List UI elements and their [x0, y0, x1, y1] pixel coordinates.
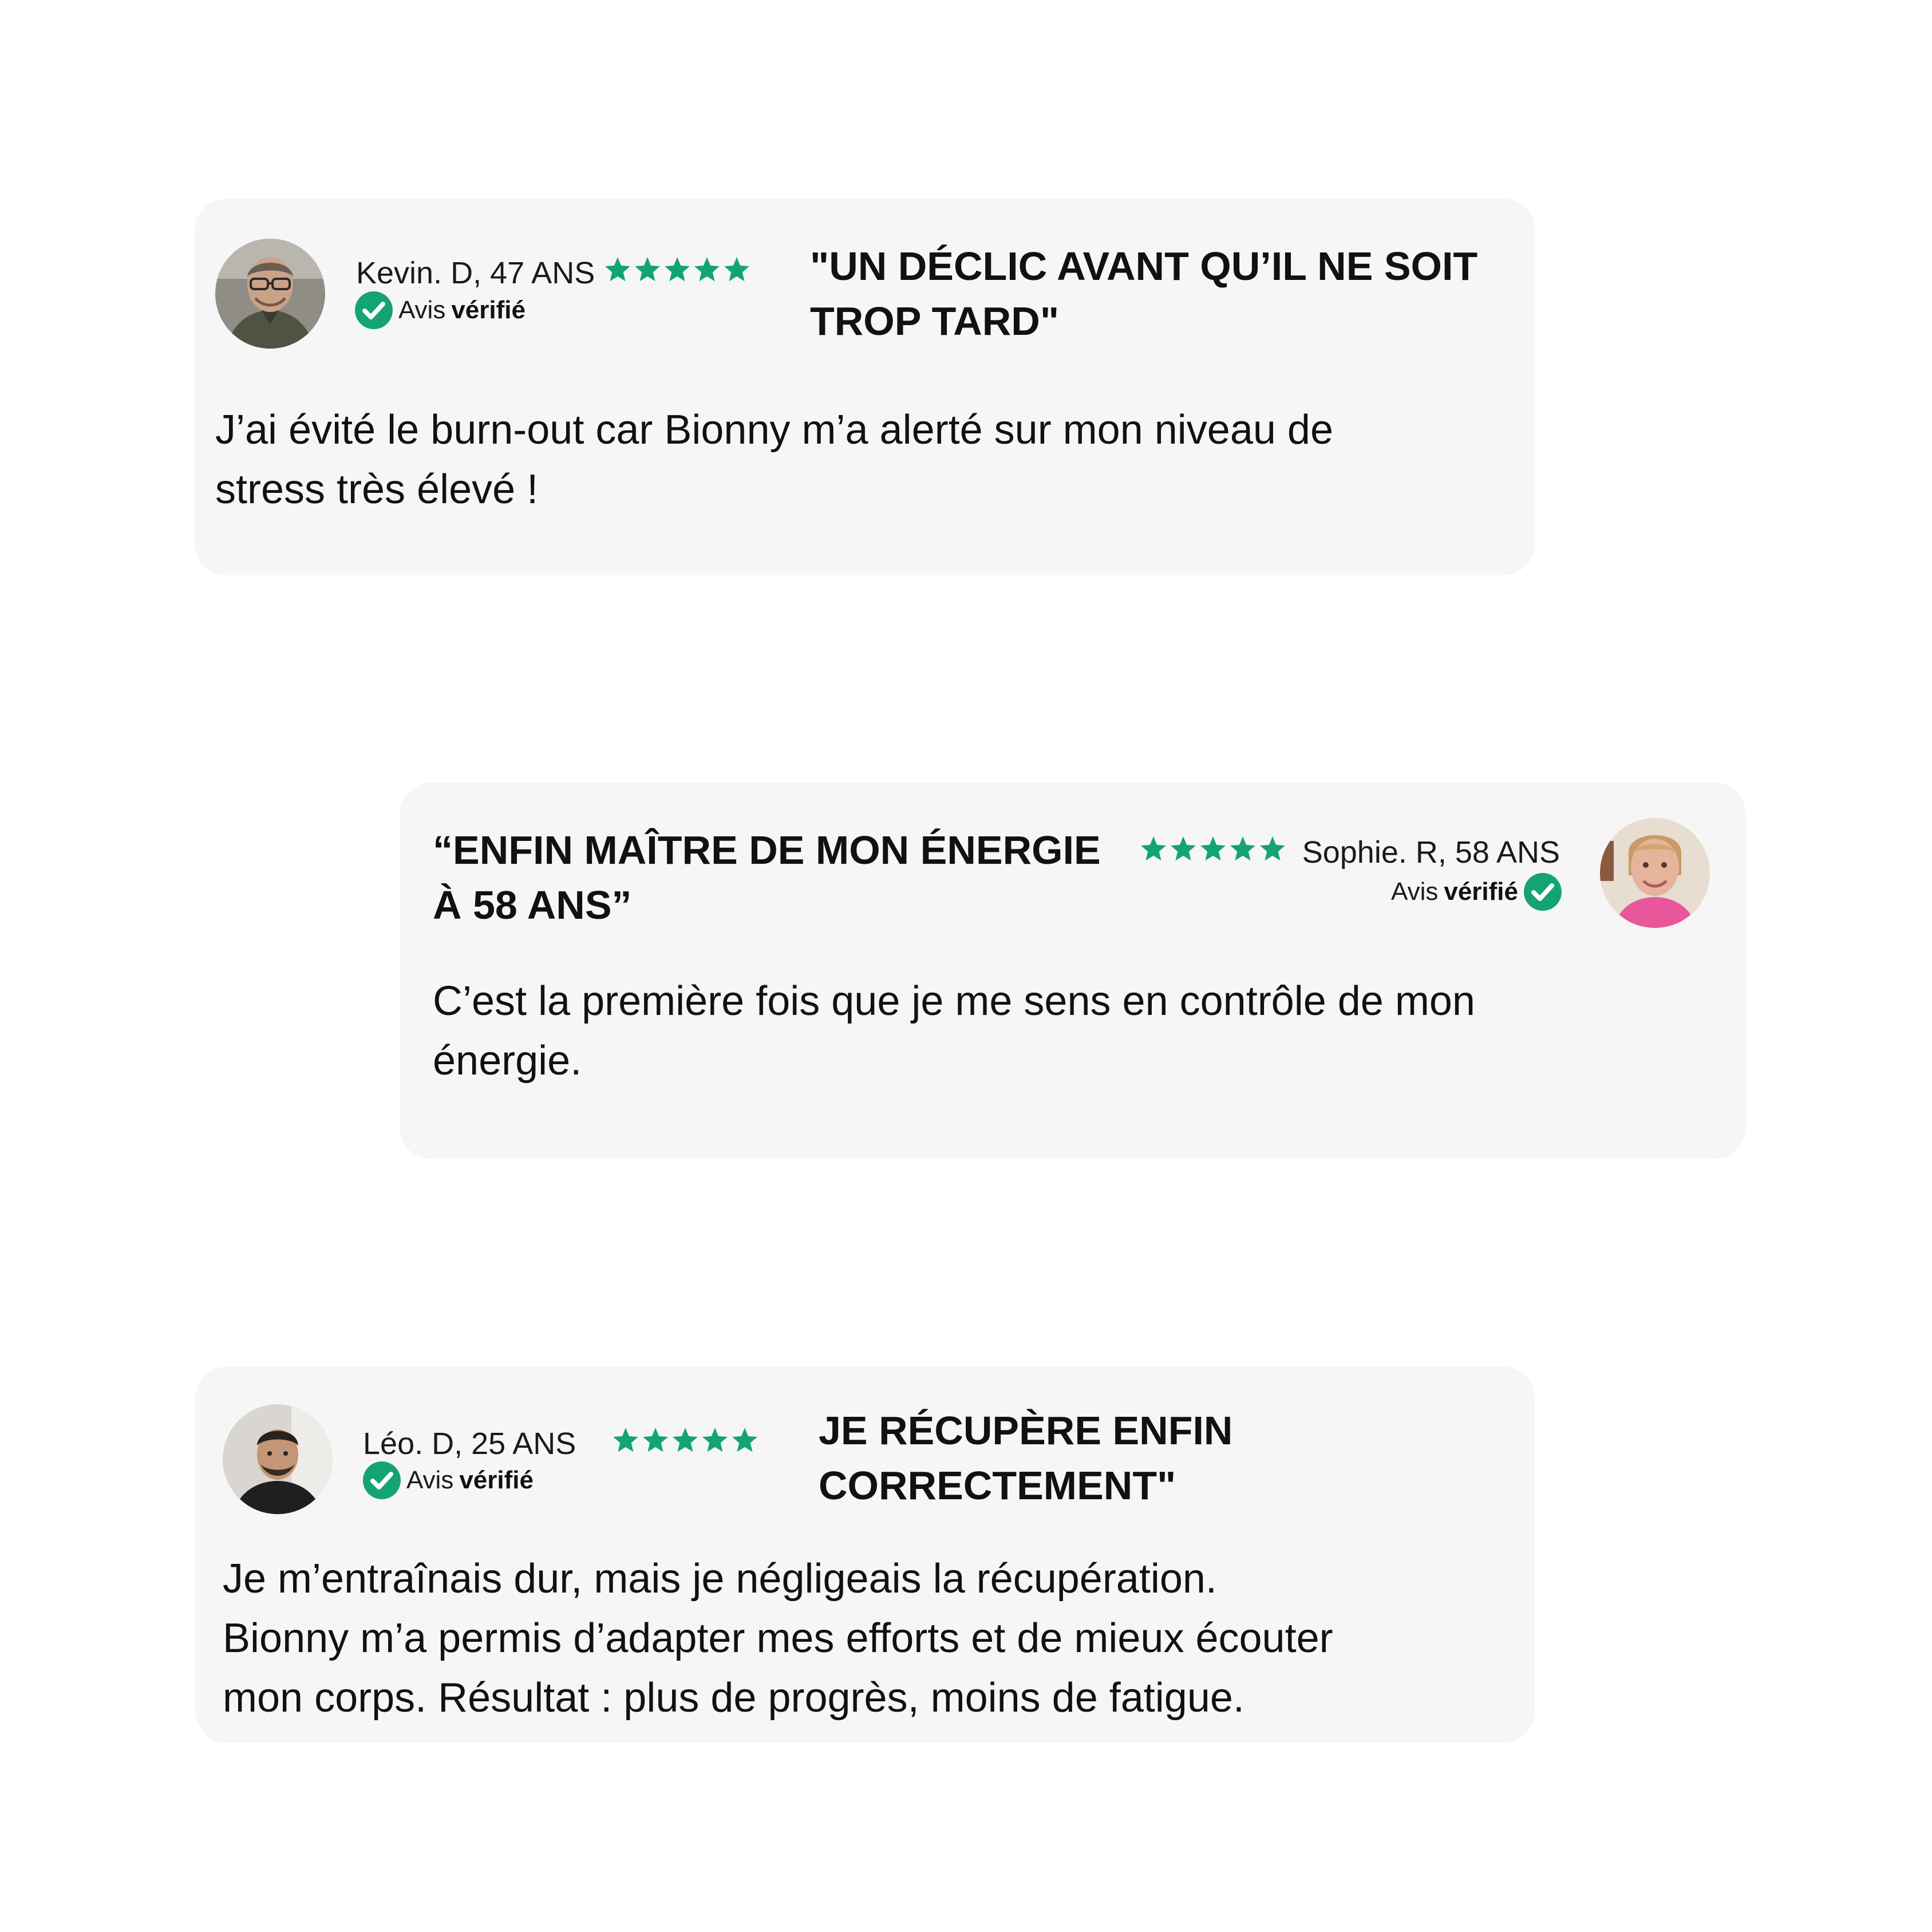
star-icon — [694, 257, 720, 282]
avatar — [1600, 818, 1710, 928]
review-headline-line: "UN DÉCLIC AVANT QU’IL NE SOIT — [810, 244, 1478, 289]
review-headline: JE RÉCUPÈRE ENFIN CORRECTEMENT" — [819, 1403, 1232, 1513]
verified-label: Avis — [1391, 878, 1439, 906]
star-icon — [1171, 836, 1196, 861]
review-card: “ENFIN MAÎTRE DE MON ÉNERGIE À 58 ANS” S… — [400, 783, 1746, 1159]
star-icon — [665, 257, 690, 282]
star-icon — [1200, 836, 1226, 861]
star-icon — [1141, 836, 1166, 861]
review-body-line: C’est la première fois que je me sens en… — [433, 978, 1475, 1024]
star-icon — [1260, 836, 1285, 861]
verified-check-icon — [363, 1461, 401, 1499]
reviewer-name: Léo. D, 25 ANS — [363, 1427, 576, 1461]
review-headline-line: CORRECTEMENT" — [819, 1463, 1176, 1508]
star-icon — [635, 257, 660, 282]
star-icon — [613, 1428, 638, 1452]
review-headline-line: TROP TARD" — [810, 299, 1060, 343]
avatar — [223, 1404, 333, 1514]
verified-label: Avis — [398, 296, 446, 324]
verified-label-bold: vérifié — [1444, 878, 1518, 906]
verified-label-bold: vérifié — [451, 296, 526, 324]
review-headline-line: À 58 ANS” — [433, 883, 632, 927]
review-body-line: mon corps. Résultat : plus de progrès, m… — [223, 1675, 1244, 1721]
review-headline: “ENFIN MAÎTRE DE MON ÉNERGIE À 58 ANS” — [433, 823, 1101, 933]
verified-badge: Avis vérifié — [363, 1461, 534, 1499]
review-card: Léo. D, 25 ANS Avis vérifié JE RÉCUPÈRE … — [195, 1366, 1535, 1743]
review-headline-line: JE RÉCUPÈRE ENFIN — [819, 1408, 1233, 1453]
rating-stars — [1139, 835, 1287, 863]
verified-label: Avis — [406, 1466, 454, 1494]
review-body: C’est la première fois que je me sens en… — [433, 971, 1475, 1091]
review-card: Kevin. D, 47 ANS Avis vérifié "UN DÉCLIC… — [195, 199, 1535, 575]
star-icon — [724, 257, 749, 282]
review-body-line: énergie. — [433, 1038, 582, 1084]
review-body-line: Je m’entraînais dur, mais je négligeais … — [223, 1556, 1217, 1602]
review-headline-line: “ENFIN MAÎTRE DE MON ÉNERGIE — [433, 828, 1101, 872]
verified-badge: Avis vérifié — [355, 291, 526, 329]
star-icon — [643, 1428, 668, 1452]
review-body-line: J’ai évité le burn-out car Bionny m’a al… — [215, 407, 1333, 453]
review-headline: "UN DÉCLIC AVANT QU’IL NE SOIT TROP TARD… — [810, 239, 1477, 349]
star-icon — [732, 1428, 757, 1452]
avatar — [215, 239, 325, 349]
verified-check-icon — [1524, 873, 1562, 911]
star-icon — [605, 257, 630, 282]
reviewer-name: Kevin. D, 47 ANS — [356, 256, 595, 290]
reviewer-name: Sophie. R, 58 ANS — [1302, 835, 1560, 870]
review-body-line: Bionny m’a permis d’adapter mes efforts … — [223, 1615, 1333, 1661]
verified-label-bold: vérifié — [459, 1466, 534, 1494]
star-icon — [1230, 836, 1255, 861]
star-icon — [702, 1428, 728, 1452]
star-icon — [673, 1428, 698, 1452]
rating-stars — [603, 255, 751, 284]
verified-check-icon — [355, 291, 393, 329]
review-body: Je m’entraînais dur, mais je négligeais … — [223, 1549, 1333, 1728]
rating-stars — [611, 1426, 759, 1455]
review-body-line: stress très élevé ! — [215, 467, 539, 512]
verified-badge: Avis vérifié — [1391, 873, 1562, 911]
review-body: J’ai évité le burn-out car Bionny m’a al… — [215, 400, 1333, 519]
